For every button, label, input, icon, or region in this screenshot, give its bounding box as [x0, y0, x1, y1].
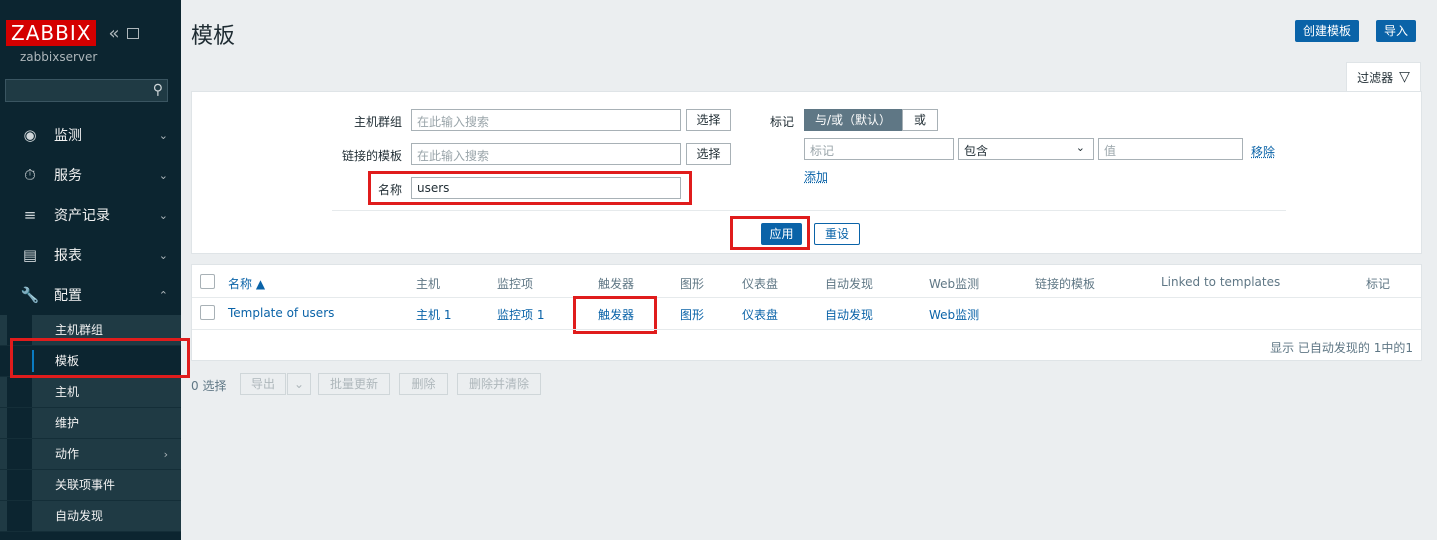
hosts-link[interactable]: 主机 1: [416, 306, 451, 323]
tag-value-input[interactable]: 值: [1098, 138, 1243, 160]
filter-tab-label: 过滤器: [1357, 70, 1394, 85]
chevron-up-icon: ⌃: [158, 288, 168, 302]
linked-templates-label: 链接的模板: [341, 149, 402, 163]
tags-mode-or-toggle[interactable]: 或: [902, 109, 938, 131]
chevron-right-icon: ›: [163, 448, 168, 461]
menu-item-inventory[interactable]: ≡ 资产记录 ⌄: [0, 195, 181, 235]
submenu-item-discovery[interactable]: 自动发现: [0, 501, 181, 532]
chevron-down-icon: ⌄: [1075, 141, 1085, 154]
collapse-sidebar-icon[interactable]: «: [108, 23, 119, 44]
highlight-name-filter: [368, 171, 692, 205]
add-tag-link[interactable]: 添加: [804, 168, 828, 185]
template-name-link[interactable]: Template of users: [228, 306, 334, 320]
chevron-down-icon: ⌄: [293, 377, 305, 391]
column-header-discovery: 自动发现: [825, 277, 874, 291]
selected-count: 0 选择: [191, 379, 227, 393]
menu-item-label: 报表: [54, 248, 82, 264]
zabbix-logo[interactable]: ZABBIX: [6, 20, 97, 46]
bar-chart-icon: ▤: [22, 246, 38, 264]
column-header-items: 监控项: [497, 277, 534, 291]
sidebar-search-input[interactable]: ⚲: [5, 79, 168, 102]
menu-item-reports[interactable]: ▤ 报表 ⌄: [0, 235, 181, 275]
menu-item-configuration[interactable]: 🔧 配置 ⌃: [0, 275, 181, 315]
linked-templates-input[interactable]: 在此输入搜索: [411, 143, 681, 165]
column-header-tags: 标记: [1366, 277, 1391, 291]
wrench-icon: 🔧: [20, 286, 40, 304]
host-group-input[interactable]: 在此输入搜索: [411, 109, 681, 131]
items-link[interactable]: 监控项 1: [497, 306, 544, 323]
reset-button[interactable]: 重设: [814, 223, 860, 245]
menu-item-label: 配置: [54, 288, 82, 304]
create-template-button[interactable]: 创建模板: [1295, 20, 1360, 42]
export-button[interactable]: 导出: [240, 373, 286, 395]
row-checkbox[interactable]: [200, 305, 215, 320]
menu-item-label: 服务: [54, 168, 82, 184]
submenu-item-label: 动作: [55, 447, 80, 461]
submenu-item-event-correlation[interactable]: 关联项事件: [0, 470, 181, 501]
highlight-apply-button: [730, 216, 810, 250]
remove-tag-link[interactable]: 移除: [1251, 143, 1275, 160]
submenu-item-actions[interactable]: 动作 ›: [0, 439, 181, 470]
kiosk-mode-icon[interactable]: [127, 27, 140, 39]
chevron-down-icon: ⌄: [158, 128, 168, 142]
chevron-down-icon: ⌄: [158, 168, 168, 182]
submenu-item-hosts[interactable]: 主机: [0, 377, 181, 408]
header-divider: [192, 297, 1421, 298]
row-divider: [192, 329, 1421, 330]
dashboards-link[interactable]: 仪表盘: [742, 306, 778, 323]
page-title: 模板: [191, 24, 236, 49]
filter-tab[interactable]: 过滤器 ▽: [1346, 62, 1421, 91]
logo-row: ZABBIX «: [6, 20, 140, 46]
filter-divider: [332, 210, 1286, 211]
column-header-dashboards: 仪表盘: [742, 277, 779, 291]
templates-table: 名称 ▲ 主机 监控项 触发器 图形 仪表盘 自动发现 Web监测 链接的模板 …: [191, 264, 1422, 361]
tag-name-input[interactable]: 标记: [804, 138, 954, 160]
delete-and-clear-button[interactable]: 删除并清除: [457, 373, 541, 395]
highlight-templates-menu: [10, 338, 190, 378]
search-icon[interactable]: ⚲: [153, 82, 163, 98]
column-header-name[interactable]: 名称 ▲: [228, 275, 265, 292]
column-header-linked-to-templates: Linked to templates: [1161, 275, 1281, 289]
tags-label: 标记: [769, 115, 794, 129]
menu-item-label: 监测: [54, 128, 82, 144]
graphs-link[interactable]: 图形: [680, 306, 704, 323]
export-format-dropdown[interactable]: ⌄: [287, 373, 311, 395]
funnel-icon: ▽: [1399, 69, 1410, 85]
import-button[interactable]: 导入: [1376, 20, 1417, 42]
column-header-linked-templates: 链接的模板: [1035, 277, 1096, 291]
menu-item-label: 资产记录: [54, 208, 110, 224]
host-group-select-button[interactable]: 选择: [686, 109, 731, 131]
column-header-triggers: 触发器: [598, 277, 635, 291]
select-all-checkbox[interactable]: [200, 274, 215, 289]
column-header-graphs: 图形: [680, 277, 705, 291]
tag-operator-value: 包含: [964, 144, 989, 158]
linked-templates-select-button[interactable]: 选择: [686, 143, 731, 165]
server-name: zabbixserver: [20, 50, 98, 64]
table-footer-count: 显示 已自动发现的 1中的1: [1270, 341, 1413, 355]
list-icon: ≡: [23, 206, 37, 224]
sidebar: ZABBIX « zabbixserver ⚲ ◉ 监测 ⌄ ⏱ 服务 ⌄ ≡ …: [0, 0, 181, 540]
filter-panel: 主机群组 在此输入搜索 选择 链接的模板 在此输入搜索 选择 名称 users …: [191, 91, 1422, 254]
host-group-label: 主机群组: [353, 115, 402, 129]
tag-operator-select[interactable]: 包含 ⌄: [958, 138, 1094, 160]
web-link[interactable]: Web监测: [929, 306, 979, 323]
chevron-down-icon: ⌄: [158, 248, 168, 262]
eye-icon: ◉: [23, 126, 37, 144]
menu-item-services[interactable]: ⏱ 服务 ⌄: [0, 155, 181, 195]
chevron-down-icon: ⌄: [158, 208, 168, 222]
discovery-link[interactable]: 自动发现: [825, 306, 873, 323]
column-header-web: Web监测: [929, 277, 980, 291]
delete-button[interactable]: 删除: [399, 373, 448, 395]
submenu-item-maintenance[interactable]: 维护: [0, 408, 181, 439]
column-header-hosts: 主机: [416, 277, 441, 291]
main-menu: ◉ 监测 ⌄ ⏱ 服务 ⌄ ≡ 资产记录 ⌄ ▤ 报表 ⌄ 🔧 配置 ⌃ 主机群…: [0, 115, 181, 532]
mass-update-button[interactable]: 批量更新: [318, 373, 390, 395]
clock-icon: ⏱: [24, 166, 36, 184]
menu-item-monitoring[interactable]: ◉ 监测 ⌄: [0, 115, 181, 155]
tags-mode-andor-toggle[interactable]: 与/或（默认）: [804, 109, 902, 131]
